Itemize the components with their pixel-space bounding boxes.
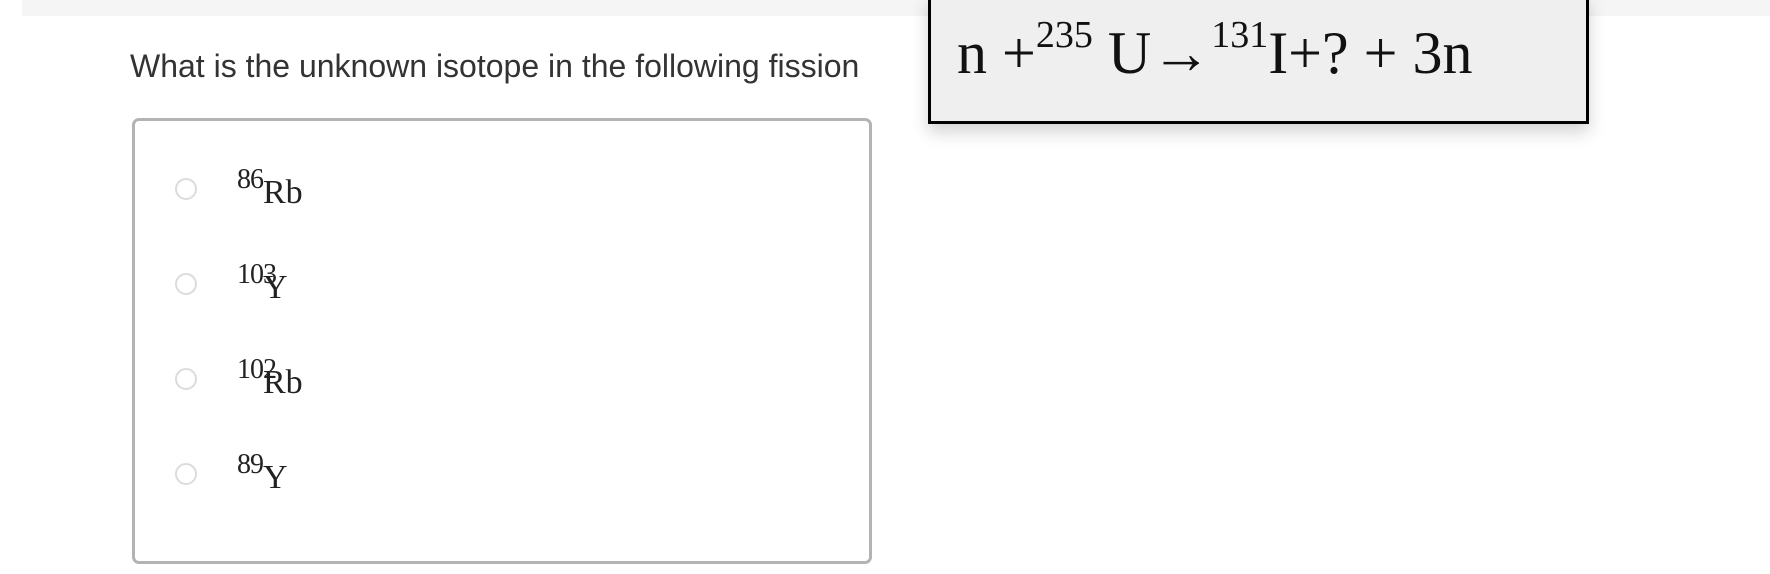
radio-button[interactable] [175, 273, 197, 295]
element-symbol: Rb [263, 364, 303, 401]
option-4[interactable]: 89 Y [175, 444, 815, 504]
option-1[interactable]: 86 Rb [175, 159, 815, 219]
equation-part-uranium: U→ [1092, 20, 1212, 86]
radio-button[interactable] [175, 368, 197, 390]
radio-button[interactable] [175, 463, 197, 485]
element-symbol: Y [263, 269, 288, 306]
isotope-label: 86 Rb [237, 164, 357, 214]
element-symbol: Y [263, 459, 288, 496]
isotope-label: 103 Y [237, 259, 357, 309]
mass-number: 86 [237, 164, 264, 195]
equation-mass-uranium: 235 [1035, 14, 1093, 56]
fission-equation: n +235 U→131I+? + 3n [957, 16, 1473, 88]
equation-part-products: I+? + 3n [1268, 20, 1473, 86]
isotope-label: 89 Y [237, 449, 357, 499]
answer-options-box: 86 Rb 103 Y 102 Rb 89 Y [132, 118, 872, 564]
option-3[interactable]: 102 Rb [175, 349, 815, 409]
mass-number: 89 [237, 449, 264, 480]
equation-part-neutron: n + [957, 20, 1036, 86]
equation-mass-iodine: 131 [1211, 14, 1269, 56]
option-2[interactable]: 103 Y [175, 254, 815, 314]
radio-button[interactable] [175, 178, 197, 200]
equation-popup: n +235 U→131I+? + 3n [928, 0, 1589, 124]
question-text: What is the unknown isotope in the follo… [130, 48, 860, 84]
element-symbol: Rb [263, 174, 303, 211]
isotope-label: 102 Rb [237, 354, 357, 404]
